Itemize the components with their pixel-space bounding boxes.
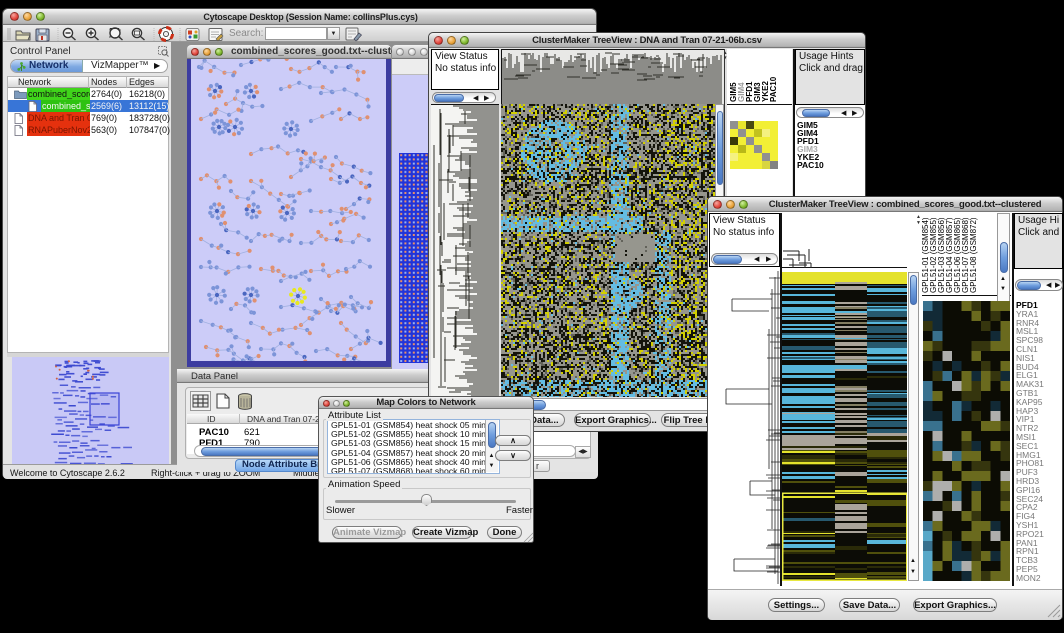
svg-text:GPL51-08 (GSM872): GPL51-08 (GSM872) <box>969 217 978 293</box>
svg-text:PAC10: PAC10 <box>769 76 778 102</box>
